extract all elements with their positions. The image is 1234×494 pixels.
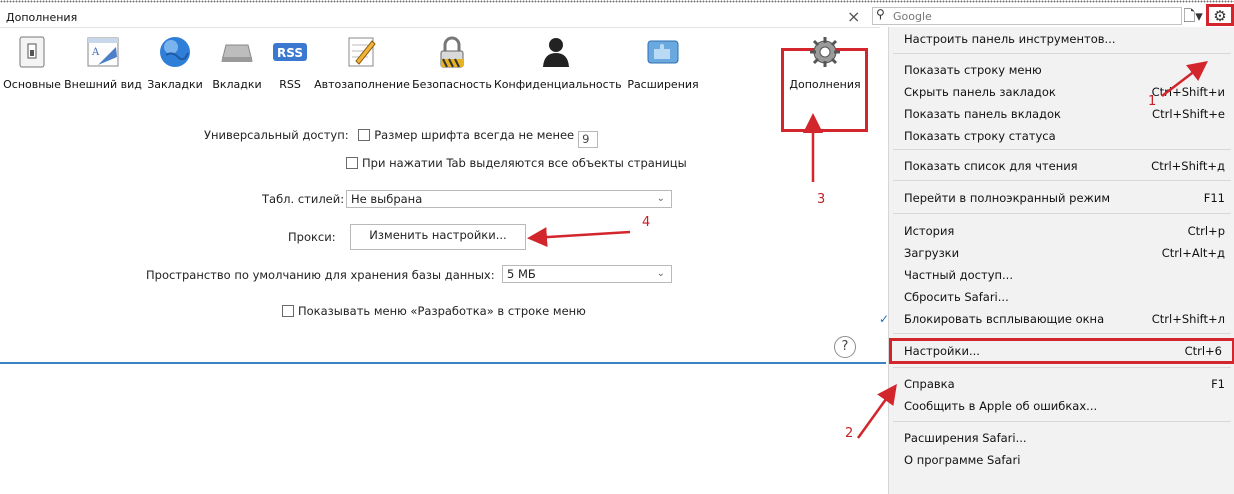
tab-advanced-body[interactable]: Дополнения — [784, 30, 866, 102]
checkmark-icon: ✓ — [879, 312, 890, 326]
annotation-number-4: 4 — [642, 215, 651, 230]
search-field[interactable]: ⚲ — [872, 7, 1182, 25]
window-bottom-border — [0, 362, 886, 364]
tab-appearance[interactable]: A Внешний вид — [64, 30, 142, 102]
settings-gear-button[interactable]: ⚙ — [1206, 4, 1234, 26]
tab-autofill[interactable]: Автозаполнение — [314, 30, 410, 102]
tab-privacy-label: Конфиденциальность — [494, 78, 622, 91]
stylesheet-label: Табл. стилей: — [262, 192, 345, 206]
general-switch-icon — [14, 34, 50, 70]
tab-extensions-label: Расширения — [627, 78, 699, 91]
tab-autofill-label: Автозаполнение — [314, 78, 410, 91]
gears-icon — [807, 34, 843, 70]
close-icon[interactable]: × — [847, 8, 860, 26]
tab-bookmarks[interactable]: Закладки — [144, 30, 206, 102]
tabs-icon — [219, 34, 255, 70]
tab-advanced-label: Дополнения — [789, 78, 861, 91]
menu-item-fullscreen[interactable]: Перейти в полноэкранный режим F11 — [889, 187, 1234, 209]
db-storage-select[interactable]: 5 МБ ⌄ — [502, 265, 672, 283]
universal-access-row: Универсальный доступ: Размер шрифта всег… — [204, 128, 599, 148]
develop-menu-row: Показывать меню «Разработка» в строке ме… — [282, 304, 586, 318]
advanced-settings-panel: Универсальный доступ: Размер шрифта всег… — [0, 108, 880, 370]
preferences-window: Дополнения × Основные A Внешний вид Закл… — [0, 8, 880, 368]
rss-icon: RSS — [272, 34, 308, 70]
menu-item-history[interactable]: История Ctrl+р — [889, 220, 1234, 242]
menu-item-reset-safari[interactable]: Сбросить Safari... — [889, 286, 1234, 308]
puzzle-icon — [645, 34, 681, 70]
menu-item-show-menubar[interactable]: Показать строку меню — [889, 59, 1234, 81]
menu-item-preferences[interactable]: Настройки... Ctrl+6 — [889, 338, 1234, 364]
menu-item-safari-extensions[interactable]: Расширения Safari... — [889, 427, 1234, 449]
annotation-number-3: 3 — [817, 192, 826, 207]
lock-icon — [434, 34, 470, 70]
chevron-down-icon: ⌄ — [656, 268, 665, 279]
universal-access-label: Универсальный доступ: — [204, 128, 349, 142]
tab-highlight-checkbox[interactable] — [346, 157, 358, 169]
help-button[interactable]: ? — [834, 336, 856, 358]
menu-item-downloads[interactable]: Загрузки Ctrl+Alt+д — [889, 242, 1234, 264]
tab-rss[interactable]: RSS RSS — [268, 30, 312, 102]
menu-separator — [893, 149, 1231, 150]
preferences-toolbar: Основные A Внешний вид Закладки Вкладки — [0, 30, 880, 132]
tab-tabs[interactable]: Вкладки — [208, 30, 266, 102]
menu-separator — [893, 367, 1231, 368]
tab-rss-label: RSS — [279, 78, 301, 91]
tab-general-label: Основные — [3, 78, 61, 91]
stylesheet-select[interactable]: Не выбрана ⌄ — [346, 190, 672, 208]
menu-item-block-popups[interactable]: ✓ Блокировать всплывающие окна Ctrl+Shift+… — [879, 308, 1234, 330]
svg-text:RSS: RSS — [277, 46, 303, 60]
proxy-settings-button[interactable]: Изменить настройки... — [350, 224, 526, 250]
tab-appearance-label: Внешний вид — [64, 78, 142, 91]
min-font-label: Размер шрифта всегда не менее — [374, 128, 575, 142]
menu-item-reading-list[interactable]: Показать список для чтения Ctrl+Shift+д — [889, 155, 1234, 177]
search-input[interactable] — [893, 8, 1173, 24]
window-titlebar: Дополнения × — [0, 8, 880, 28]
tab-privacy[interactable]: Конфиденциальность — [494, 30, 622, 102]
db-storage-value: 5 МБ — [507, 267, 536, 281]
page-menu-icon[interactable]: 🗋▾ — [1180, 6, 1206, 26]
person-icon — [538, 34, 574, 70]
tab-highlight-label: При нажатии Tab выделяются все объекты с… — [362, 156, 687, 170]
menu-item-show-status-bar[interactable]: Показать строку статуса — [889, 125, 1234, 147]
tab-bookmarks-label: Закладки — [147, 78, 203, 91]
menu-item-show-tab-bar[interactable]: Показать панель вкладок Ctrl+Shift+е — [889, 103, 1234, 125]
proxy-label: Прокси: — [288, 230, 336, 244]
menu-separator — [893, 421, 1231, 422]
develop-menu-label: Показывать меню «Разработка» в строке ме… — [298, 304, 586, 318]
tab-highlight-row: При нажатии Tab выделяются все объекты с… — [346, 156, 687, 170]
menu-item-hide-bookmarks-bar[interactable]: Скрыть панель закладок Ctrl+Shift+и — [889, 81, 1234, 103]
menu-item-about-safari[interactable]: О программе Safari — [889, 449, 1234, 471]
tab-security-label: Безопасность — [412, 78, 492, 91]
gear-icon: ⚙ — [1213, 7, 1227, 25]
db-storage-label: Пространство по умолчанию для хранения б… — [146, 268, 495, 282]
menu-separator — [893, 333, 1231, 334]
tab-extensions[interactable]: Расширения — [620, 30, 706, 102]
search-icon: ⚲ — [876, 7, 885, 21]
menu-item-report-bugs[interactable]: Сообщить в Apple об ошибках... — [889, 395, 1234, 417]
appearance-icon: A — [85, 34, 121, 70]
autofill-pencil-icon — [344, 34, 380, 70]
menu-item-customize-toolbar[interactable]: Настроить панель инструментов... — [889, 28, 1234, 50]
top-dotted-border — [0, 0, 1234, 3]
annotation-number-2: 2 — [845, 426, 854, 441]
globe-icon — [157, 34, 193, 70]
menu-item-help[interactable]: Справка F1 — [889, 373, 1234, 395]
chevron-down-icon: ⌄ — [656, 193, 665, 204]
develop-menu-checkbox[interactable] — [282, 305, 294, 317]
svg-text:A: A — [91, 47, 100, 58]
window-title: Дополнения — [6, 11, 78, 24]
menu-separator — [893, 180, 1231, 181]
tab-general[interactable]: Основные — [2, 30, 62, 102]
tab-security[interactable]: Безопасность — [412, 30, 492, 102]
min-font-size-field[interactable]: 9 — [578, 131, 599, 148]
menu-item-private-browsing[interactable]: Частный доступ... — [889, 264, 1234, 286]
menu-separator — [893, 213, 1231, 214]
stylesheet-value: Не выбрана — [351, 192, 423, 206]
settings-dropdown-menu: Настроить панель инструментов... Показат… — [879, 27, 1234, 494]
min-font-checkbox[interactable] — [358, 129, 371, 141]
annotation-number-1: 1 — [1148, 94, 1157, 109]
menu-separator — [893, 53, 1231, 54]
tab-tabs-label: Вкладки — [212, 78, 262, 91]
